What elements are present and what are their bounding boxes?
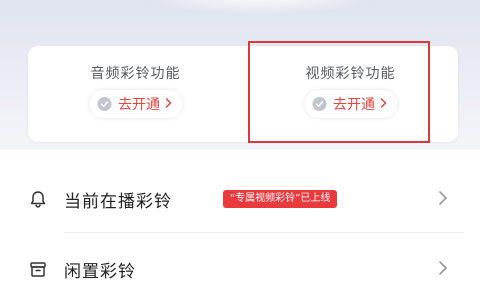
audio-ringtone-activate-button[interactable]: 去开通 [89, 90, 182, 118]
chevron-right-icon [438, 189, 448, 207]
exclusive-video-ringtone-badge: “专属视频彩铃”已上线 [223, 190, 338, 208]
idle-ringtone-row[interactable]: 闲置彩铃 [0, 244, 480, 294]
chevron-right-icon [164, 97, 172, 112]
audio-ringtone-title: 音频彩铃功能 [90, 66, 181, 82]
chevron-right-icon [438, 259, 448, 277]
archive-box-icon [28, 259, 48, 279]
current-ringtone-label: 当前在播彩铃 [64, 192, 172, 212]
current-ringtone-row[interactable]: 当前在播彩铃 “专属视频彩铃”已上线 [0, 174, 480, 224]
bell-icon [28, 189, 48, 209]
highlight-box [248, 41, 430, 143]
audio-ringtone-activate-label: 去开通 [118, 97, 160, 113]
audio-ringtone-feature: 音频彩铃功能 去开通 [28, 46, 243, 142]
row-divider [64, 232, 464, 233]
idle-ringtone-label: 闲置彩铃 [64, 262, 136, 282]
check-circle-icon [97, 97, 111, 111]
